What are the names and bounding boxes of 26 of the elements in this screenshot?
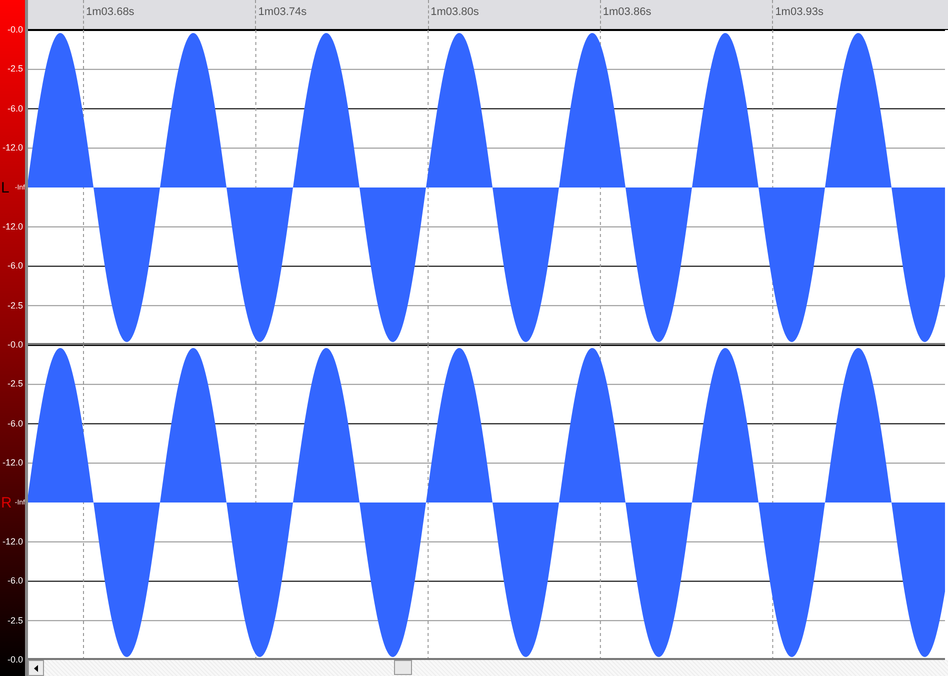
- scale-label: -12.0: [2, 222, 23, 232]
- scale-label: -0.0: [7, 340, 23, 350]
- scale-label: -2.5: [7, 380, 23, 389]
- scale-label: -6.0: [7, 262, 23, 271]
- scale-label: -0.0: [7, 26, 23, 34]
- time-label: 1m03.80s: [430, 6, 479, 18]
- scroll-thumb[interactable]: [394, 660, 412, 675]
- time-label: 1m03.68s: [86, 6, 134, 18]
- scale-label: -0.0: [7, 656, 23, 664]
- scroll-left-button[interactable]: [28, 660, 44, 676]
- scale-label: -12.0: [2, 537, 23, 546]
- scale-label: -2.5: [7, 616, 23, 626]
- channel-label: R: [1, 495, 12, 510]
- scale-label: -6.0: [7, 419, 23, 428]
- scale-label: -2.5: [7, 301, 23, 310]
- left-arrow-icon: [34, 664, 38, 672]
- time-label: 1m03.86s: [602, 6, 652, 18]
- scale-label: -12.0: [2, 458, 23, 468]
- time-label: 1m03.93s: [775, 6, 824, 18]
- scale-label: -12.0: [2, 144, 23, 153]
- scale-label: -6.0: [7, 104, 23, 114]
- time-label: 1m03.74s: [258, 6, 307, 18]
- channel-label: L: [1, 180, 10, 195]
- scale-label: -2.5: [7, 64, 23, 74]
- scale-label: -6.0: [7, 576, 23, 586]
- time-ruler[interactable]: 1m03.68s 1m03.74s 1m03.80s 1m03.86s 1m03.93s: [28, 0, 948, 30]
